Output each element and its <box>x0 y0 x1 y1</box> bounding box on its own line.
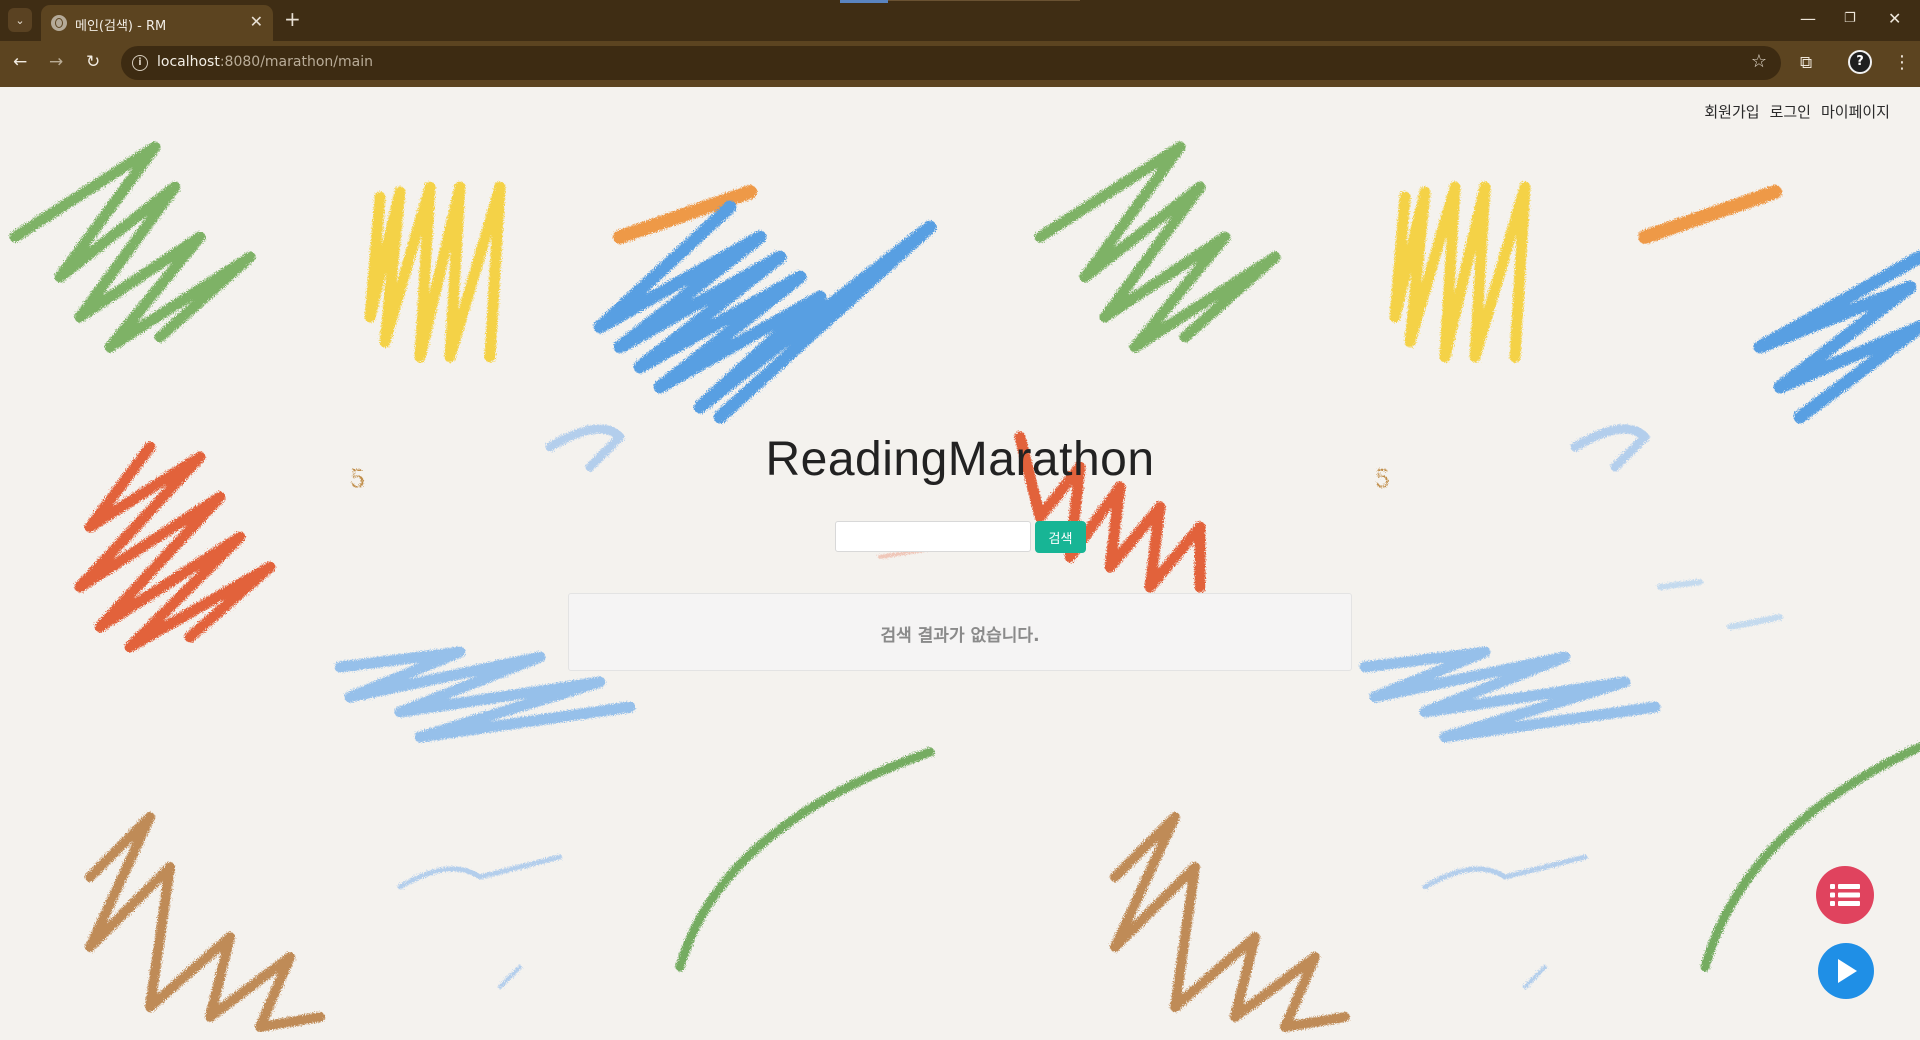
login-link[interactable]: 로그인 <box>1770 101 1811 122</box>
restore-icon[interactable]: ❐ <box>1844 11 1856 26</box>
play-fab-button[interactable] <box>1818 943 1874 999</box>
site-logo[interactable]: ReadingMarathon <box>0 432 1920 487</box>
no-results-message: 검색 결과가 없습니다. <box>880 626 1040 646</box>
list-icon <box>1830 884 1860 906</box>
bookmark-star-icon[interactable]: ☆ <box>1751 51 1767 72</box>
more-menu-icon[interactable]: ⋮ <box>1893 52 1911 73</box>
site-info-icon[interactable]: i <box>132 55 148 71</box>
signup-link[interactable]: 회원가입 <box>1704 101 1759 122</box>
window-close-icon[interactable]: ✕ <box>1888 9 1901 28</box>
browser-tab[interactable]: 메인(검색) - RM ✕ <box>41 5 273 41</box>
tab-search-button[interactable]: ⌄ <box>8 8 32 32</box>
crayon-scribble-background: 5 5 <box>9 141 1920 1032</box>
minimize-icon[interactable]: — <box>1800 9 1816 28</box>
tab-strip-indicator <box>840 0 888 3</box>
browser-toolbar: ← → ↻ i localhost:8080/marathon/main ☆ ⧉… <box>0 41 1920 87</box>
list-fab-button[interactable] <box>1816 866 1874 924</box>
search-results-box: 검색 결과가 없습니다. <box>568 593 1352 671</box>
top-nav: 회원가입 로그인 마이페이지 <box>1704 101 1890 122</box>
close-tab-icon[interactable]: ✕ <box>250 12 263 31</box>
browser-tab-bar: ⌄ 메인(검색) - RM ✕ + — ❐ ✕ <box>0 0 1920 41</box>
page-content: 5 5 회원가입 로그인 마이페이지 ReadingMarathon 검색 검색… <box>0 87 1920 1040</box>
play-icon <box>1838 959 1857 983</box>
reload-icon[interactable]: ↻ <box>86 52 100 72</box>
profile-avatar-icon[interactable]: ? <box>1848 50 1872 74</box>
back-arrow-icon[interactable]: ← <box>13 52 27 72</box>
url-text: localhost:8080/marathon/main <box>157 54 373 70</box>
tab-strip-line <box>888 0 1080 1</box>
forward-arrow-icon[interactable]: → <box>49 52 63 72</box>
search-button[interactable]: 검색 <box>1035 521 1086 553</box>
search-form: 검색 <box>835 521 1086 553</box>
address-bar[interactable]: i localhost:8080/marathon/main ☆ <box>121 46 1781 80</box>
globe-icon <box>51 15 67 31</box>
url-host: localhost <box>157 54 220 70</box>
search-input[interactable] <box>835 521 1031 552</box>
tab-title: 메인(검색) - RM <box>75 19 167 34</box>
extensions-icon[interactable]: ⧉ <box>1800 53 1812 73</box>
new-tab-button[interactable]: + <box>284 7 301 31</box>
url-path: :8080/marathon/main <box>219 54 373 70</box>
mypage-link[interactable]: 마이페이지 <box>1821 101 1890 122</box>
